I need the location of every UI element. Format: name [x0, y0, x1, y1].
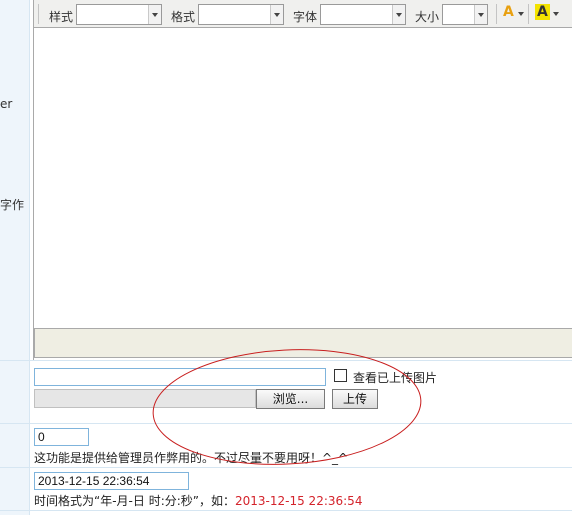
datetime-hint: 时间格式为“年-月-日 时:分:秒”，如：2013-12-15 22:36:54: [34, 492, 362, 509]
counter-hint: 这功能是提供给管理员作弊用的。不过尽量不要用呀！^_^: [34, 451, 349, 465]
file-path-box[interactable]: [34, 389, 256, 408]
toolbar-separator: [38, 4, 39, 24]
format-select[interactable]: [198, 4, 284, 25]
size-select[interactable]: [442, 4, 488, 25]
chevron-down-icon: [148, 5, 161, 24]
toolbar-separator: [528, 4, 529, 24]
chevron-down-icon: [474, 5, 487, 24]
view-uploaded-checkbox[interactable]: [334, 369, 347, 382]
toolbar-separator: [496, 4, 497, 24]
highlight-icon: A: [535, 4, 550, 20]
font-color-button[interactable]: A: [501, 4, 525, 24]
upload-button[interactable]: 上传: [332, 389, 378, 409]
row-divider: [0, 360, 572, 361]
view-uploaded-label: 查看已上传图片: [353, 371, 438, 385]
font-label: 字体: [293, 10, 318, 24]
chevron-down-icon: [553, 12, 559, 16]
style-label: 样式: [49, 10, 74, 24]
row-label-fragment: 字作: [0, 198, 25, 212]
rich-text-editor: 样式 格式 字体 大小 A A: [33, 0, 572, 360]
format-label: 格式: [171, 10, 196, 24]
chevron-down-icon: [392, 5, 405, 24]
datetime-input[interactable]: [34, 472, 189, 490]
editor-statusbar: [34, 328, 572, 358]
size-label: 大小: [415, 10, 440, 24]
row-divider: [0, 510, 572, 511]
counter-input[interactable]: [34, 428, 89, 446]
style-select[interactable]: [76, 4, 162, 25]
row-divider: [0, 467, 572, 468]
row-label-fragment: er: [0, 97, 13, 111]
image-path-input[interactable]: [34, 368, 326, 386]
row-divider: [0, 423, 572, 424]
datetime-hint-example: 2013-12-15 22:36:54: [235, 494, 363, 508]
font-select[interactable]: [320, 4, 406, 25]
chevron-down-icon: [518, 12, 524, 16]
datetime-hint-text: 时间格式为“年-月-日 时:分:秒”，如：: [34, 494, 235, 508]
editor-content-area[interactable]: [34, 28, 572, 328]
browse-button[interactable]: 浏览...: [256, 389, 325, 409]
editor-toolbar: 样式 格式 字体 大小 A A: [34, 0, 572, 28]
highlight-color-button[interactable]: A: [533, 4, 559, 24]
font-color-icon: A: [503, 4, 514, 20]
chevron-down-icon: [270, 5, 283, 24]
label-column: er 字作: [0, 0, 30, 515]
